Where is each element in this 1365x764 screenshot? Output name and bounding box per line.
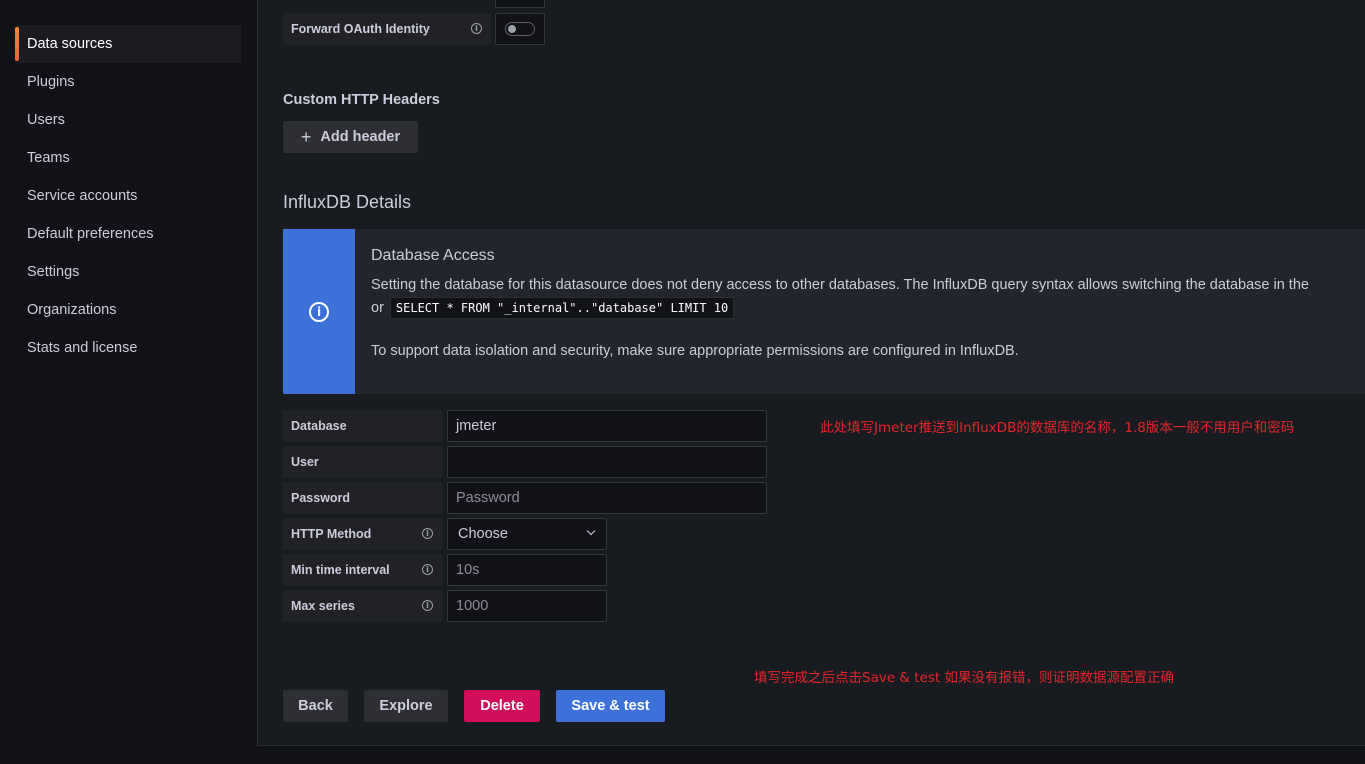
main-content: Forward OAuth Identity i Custom HTTP Hea… <box>257 0 1365 746</box>
sidebar-item-teams[interactable]: Teams <box>15 139 241 177</box>
min-time-interval-label-text: Min time interval <box>291 563 390 577</box>
sidebar: Data sources Plugins Users Teams Service… <box>0 0 257 764</box>
plus-icon: + <box>300 127 312 147</box>
max-series-input[interactable]: 1000 <box>447 590 607 622</box>
sidebar-item-service-accounts[interactable]: Service accounts <box>15 177 241 215</box>
password-label: Password <box>283 482 443 514</box>
info-circle-icon: i <box>309 302 329 322</box>
add-header-label: Add header <box>320 129 401 145</box>
alert-icon-panel: i <box>283 229 355 394</box>
save-annotation: 填写完成之后点击Save & test 如果没有报错，则证明数据源配置正确 <box>754 670 1174 686</box>
user-label: User <box>283 446 443 478</box>
section-title: InfluxDB Details <box>283 192 412 212</box>
forward-oauth-label-text: Forward OAuth Identity <box>291 22 430 36</box>
chevron-down-icon <box>586 526 596 536</box>
http-method-label-text: HTTP Method <box>291 527 372 541</box>
user-input[interactable] <box>447 446 767 478</box>
explore-button[interactable]: Explore <box>364 690 448 722</box>
password-input[interactable]: Password <box>447 482 767 514</box>
info-icon[interactable]: i <box>422 564 433 575</box>
alert-line-2-prefix: or <box>371 300 384 316</box>
min-time-interval-label: Min time interval <box>283 554 443 586</box>
http-method-label: HTTP Method <box>283 518 443 550</box>
password-label-text: Password <box>291 491 351 505</box>
sidebar-item-label: Service accounts <box>27 188 138 204</box>
max-series-label: Max series <box>283 590 443 622</box>
min-time-interval-input[interactable]: 10s <box>447 554 607 586</box>
alert-line-1: Setting the database for this datasource… <box>371 277 1309 293</box>
sidebar-item-settings[interactable]: Settings <box>15 253 241 291</box>
sidebar-item-label: Organizations <box>27 302 117 318</box>
user-label-text: User <box>291 455 319 469</box>
back-button[interactable]: Back <box>283 690 348 722</box>
alert-line-2: or SELECT * FROM "_internal".."database"… <box>371 297 735 319</box>
alert-title: Database Access <box>371 247 495 264</box>
sidebar-item-label: Teams <box>27 150 70 166</box>
info-icon[interactable]: i <box>422 600 433 611</box>
sidebar-item-default-preferences[interactable]: Default preferences <box>15 215 241 253</box>
add-header-button[interactable]: + Add header <box>283 121 418 153</box>
max-series-label-text: Max series <box>291 599 355 613</box>
forward-oauth-label: Forward OAuth Identity <box>283 13 491 45</box>
sidebar-item-label: Settings <box>27 264 80 280</box>
save-test-button[interactable]: Save & test <box>556 690 665 722</box>
sidebar-item-label: Plugins <box>27 74 75 90</box>
sidebar-item-data-sources[interactable]: Data sources <box>15 25 241 63</box>
sidebar-item-label: Stats and license <box>27 340 138 356</box>
forward-oauth-toggle[interactable] <box>505 22 535 36</box>
toggle-knob <box>508 25 516 33</box>
http-method-value: Choose <box>458 526 508 542</box>
custom-headers-title: Custom HTTP Headers <box>283 92 440 108</box>
http-method-select[interactable]: Choose <box>447 518 607 550</box>
forward-oauth-toggle-container <box>495 13 545 45</box>
sidebar-item-plugins[interactable]: Plugins <box>15 63 241 101</box>
sidebar-item-organizations[interactable]: Organizations <box>15 291 241 329</box>
sidebar-item-label: Data sources <box>27 36 113 52</box>
info-icon[interactable]: i <box>422 528 433 539</box>
sidebar-item-label: Users <box>27 112 65 128</box>
database-label: Database <box>283 410 443 442</box>
sidebar-item-stats-and-license[interactable]: Stats and license <box>15 329 241 367</box>
database-annotation: 此处填写Jmeter推送到InfluxDB的数据库的名称，1.8版本一般不用用户… <box>820 420 1295 436</box>
database-label-text: Database <box>291 419 347 433</box>
sidebar-item-label: Default preferences <box>27 226 154 242</box>
delete-button[interactable]: Delete <box>464 690 540 722</box>
previous-field-input[interactable] <box>495 0 545 8</box>
sidebar-item-users[interactable]: Users <box>15 101 241 139</box>
info-icon[interactable]: i <box>471 23 482 34</box>
database-access-alert: i Database Access Setting the database f… <box>283 229 1365 394</box>
alert-code-snippet: SELECT * FROM "_internal".."database" LI… <box>389 297 735 319</box>
alert-line-3: To support data isolation and security, … <box>371 343 1019 359</box>
database-input[interactable]: jmeter <box>447 410 767 442</box>
